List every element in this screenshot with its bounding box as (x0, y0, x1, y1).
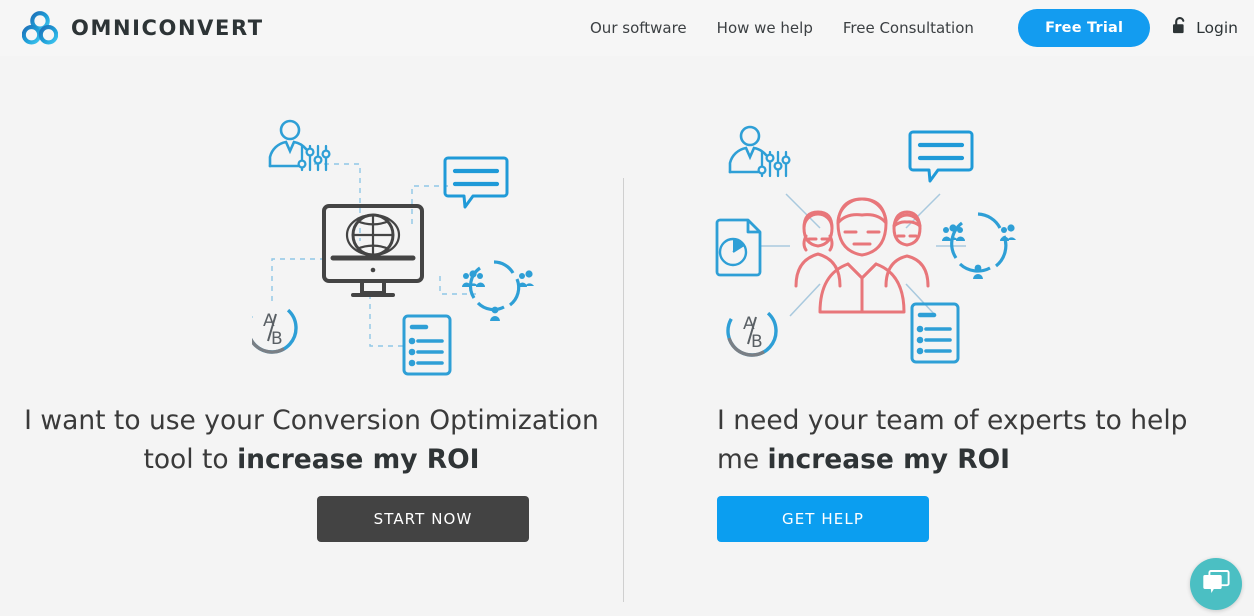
login-label: Login (1196, 19, 1238, 37)
checklist-document-icon (402, 314, 452, 376)
nav-item-our-software[interactable]: Our software (590, 19, 687, 37)
open-padlock-icon (1172, 16, 1189, 40)
left-headline-emphasis: increase my ROI (237, 444, 480, 475)
team-of-three-people-icon (794, 197, 930, 314)
speech-bubble-icon (908, 130, 974, 183)
nav-item-free-consultation[interactable]: Free Consultation (843, 19, 974, 37)
main-content: A B I want to use your Conversion Optimi… (0, 56, 1254, 616)
person-sliders-icon (268, 119, 331, 172)
ab-test-icon: A B (246, 302, 298, 354)
right-headline: I need your team of experts to help me i… (717, 401, 1217, 479)
left-headline: I want to use your Conversion Optimizati… (20, 401, 603, 479)
free-trial-button[interactable]: Free Trial (1018, 9, 1151, 47)
start-now-button[interactable]: START NOW (317, 496, 529, 542)
chat-widget-button[interactable] (1190, 558, 1242, 610)
ab-test-icon: A B (726, 305, 778, 357)
get-help-button[interactable]: GET HELP (717, 496, 929, 542)
svg-text:B: B (271, 329, 283, 349)
brand-logo-link[interactable]: OMNICONVERT (21, 11, 264, 45)
donut-people-cycle-icon (942, 212, 1016, 279)
header-actions: Free Trial Login (1018, 0, 1238, 56)
speech-bubble-icon (443, 156, 509, 209)
left-column: A B I want to use your Conversion Optimi… (0, 56, 623, 616)
pie-chart-document-icon (715, 218, 762, 277)
donut-people-cycle-icon (462, 260, 534, 321)
checklist-document-icon (910, 302, 960, 364)
svg-text:B: B (751, 332, 763, 352)
three-circles-logo-icon (21, 11, 59, 45)
monitor-globe-icon (322, 204, 424, 297)
conversion-tool-illustration: A B (246, 116, 552, 381)
nav-item-how-we-help[interactable]: How we help (717, 19, 813, 37)
right-headline-emphasis: increase my ROI (767, 444, 1011, 475)
site-header: OMNICONVERT Our software How we help Fre… (0, 0, 1254, 56)
expert-team-illustration: A B (708, 116, 1018, 381)
person-sliders-icon (728, 125, 791, 178)
brand-name: OMNICONVERT (71, 16, 264, 40)
chat-bubbles-icon (1202, 569, 1230, 600)
login-link[interactable]: Login (1172, 16, 1238, 40)
right-column: A B I need your team of experts to help … (624, 56, 1247, 616)
primary-navigation: Our software How we help Free Consultati… (590, 0, 974, 56)
